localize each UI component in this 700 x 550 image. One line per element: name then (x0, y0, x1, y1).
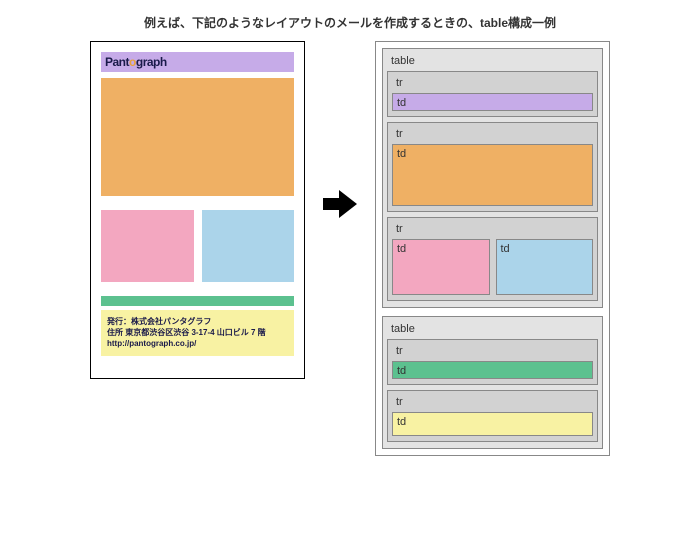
tr-box: tr td (387, 71, 598, 117)
two-col-row (101, 210, 294, 282)
td-pink: td (392, 239, 490, 295)
tr-box: tr td (387, 390, 598, 442)
tr-box: tr td (387, 339, 598, 385)
tr-label: tr (392, 221, 593, 239)
logo-bar: Pantograph (101, 52, 294, 72)
table-box-1: table tr td tr td tr td td (382, 48, 603, 308)
logo-post: graph (136, 55, 167, 69)
email-mock: Pantograph 発行：株式会社パンタグラフ 住所 東京都渋谷区渋谷 3-1… (90, 41, 305, 379)
diagram-stage: Pantograph 発行：株式会社パンタグラフ 住所 東京都渋谷区渋谷 3-1… (0, 41, 700, 456)
tr-label: tr (392, 394, 593, 412)
td-row: td td (392, 239, 593, 295)
table-label: table (387, 321, 598, 339)
footer-line1: 発行：株式会社パンタグラフ (107, 316, 288, 327)
table-structure: table tr td tr td tr td td table tr (375, 41, 610, 456)
tr-label: tr (392, 75, 593, 93)
td-orange: td (392, 144, 593, 206)
logo-pre: Pant (105, 55, 129, 69)
tr-label: tr (392, 343, 593, 361)
col-blue (202, 210, 295, 282)
td-yellow: td (392, 412, 593, 436)
tr-box: tr td td (387, 217, 598, 301)
logo-o: o (129, 55, 136, 69)
footer-block: 発行：株式会社パンタグラフ 住所 東京都渋谷区渋谷 3-17-4 山口ビル 7 … (101, 310, 294, 356)
green-bar (101, 296, 294, 306)
td-blue: td (496, 239, 594, 295)
diagram-title: 例えば、下記のようなレイアウトのメールを作成するときの、table構成一例 (0, 0, 700, 41)
tr-box: tr td (387, 122, 598, 212)
table-label: table (387, 53, 598, 71)
footer-line2: 住所 東京都渋谷区渋谷 3-17-4 山口ビル 7 階 (107, 327, 288, 338)
arrow-icon (323, 188, 357, 220)
hero-block (101, 78, 294, 196)
td-purple: td (392, 93, 593, 111)
footer-line3: http://pantograph.co.jp/ (107, 338, 288, 349)
td-green: td (392, 361, 593, 379)
table-box-2: table tr td tr td (382, 316, 603, 449)
col-pink (101, 210, 194, 282)
tr-label: tr (392, 126, 593, 144)
